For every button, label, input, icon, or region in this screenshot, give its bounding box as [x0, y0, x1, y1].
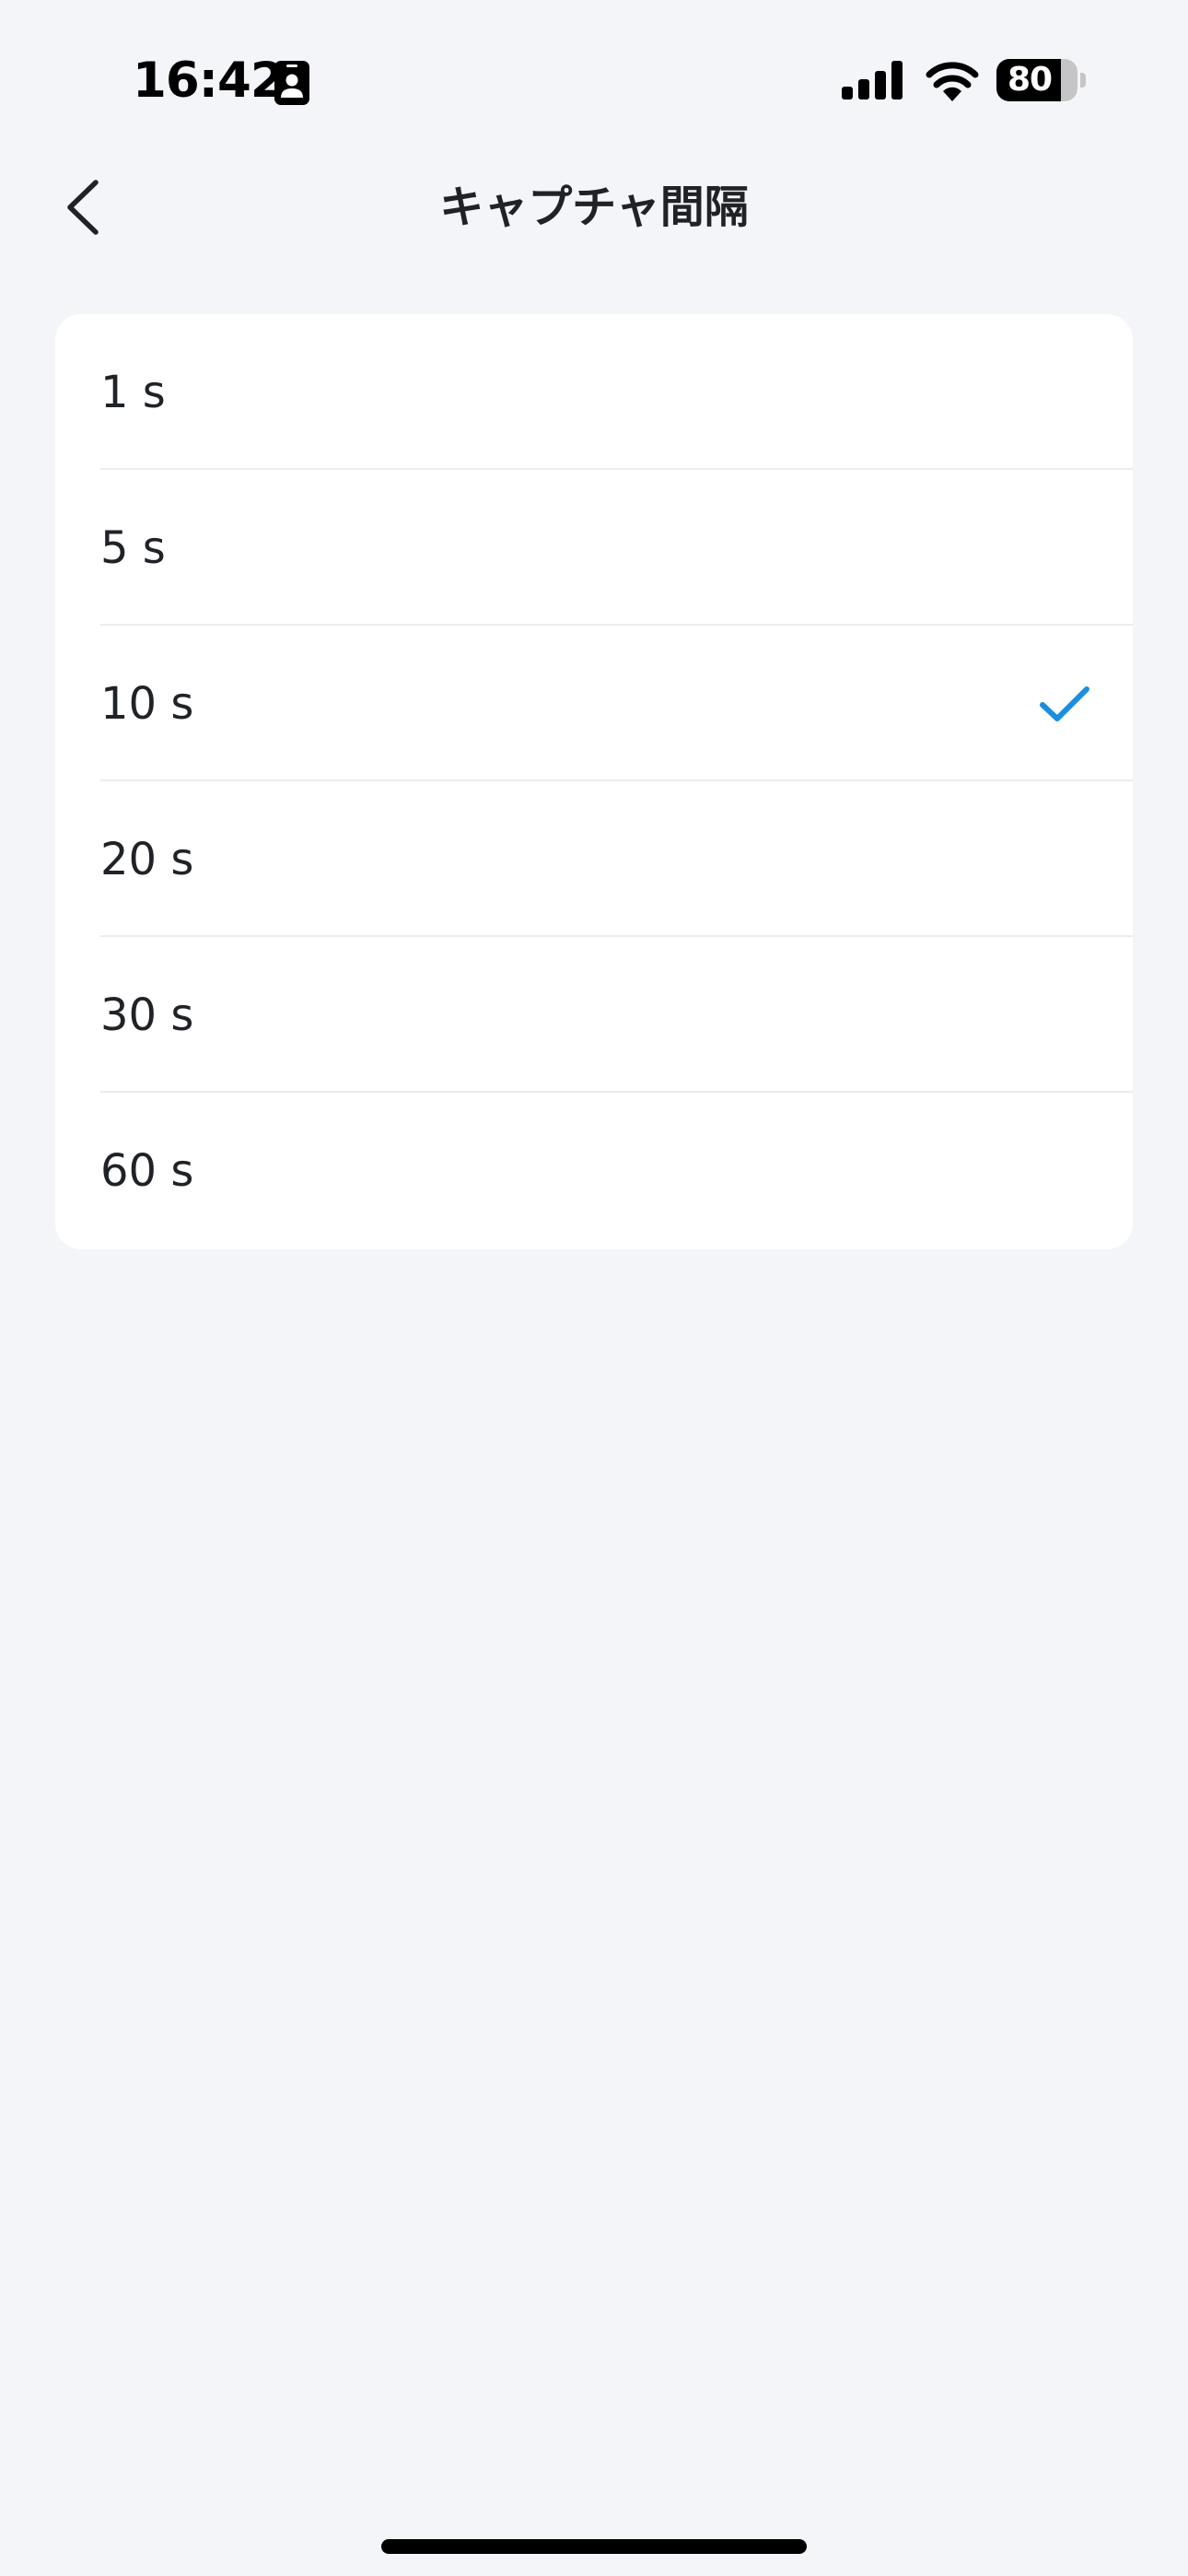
option-row-20s[interactable]: 20 s	[55, 781, 1133, 937]
option-label: 5 s	[100, 521, 166, 574]
page-title: キャプチャ間隔	[439, 181, 749, 233]
checkmark-icon	[1040, 685, 1089, 721]
cellular-signal-icon	[842, 61, 903, 100]
option-label: 20 s	[100, 833, 194, 885]
option-row-60s[interactable]: 60 s	[55, 1093, 1133, 1248]
option-label: 1 s	[100, 366, 166, 418]
battery-cap	[1080, 73, 1086, 88]
option-row-30s[interactable]: 30 s	[55, 937, 1133, 1093]
option-label: 60 s	[100, 1144, 194, 1197]
option-row-10s[interactable]: 10 s	[55, 626, 1133, 781]
wifi-icon	[926, 62, 979, 101]
battery-level: 80	[1007, 61, 1053, 99]
option-label: 30 s	[100, 989, 194, 1041]
status-bar: 16:42 80	[0, 0, 1188, 147]
option-row-5s[interactable]: 5 s	[55, 470, 1133, 626]
battery-indicator: 80	[996, 59, 1086, 101]
home-indicator[interactable]	[381, 2539, 807, 2554]
interval-options-list: 1 s 5 s 10 s 20 s 30 s 60 s	[55, 314, 1133, 1249]
focus-contact-icon	[274, 61, 309, 105]
option-label: 10 s	[100, 677, 194, 730]
status-time: 16:42	[133, 53, 285, 109]
option-row-1s[interactable]: 1 s	[55, 314, 1133, 470]
battery-icon: 80	[996, 59, 1077, 101]
